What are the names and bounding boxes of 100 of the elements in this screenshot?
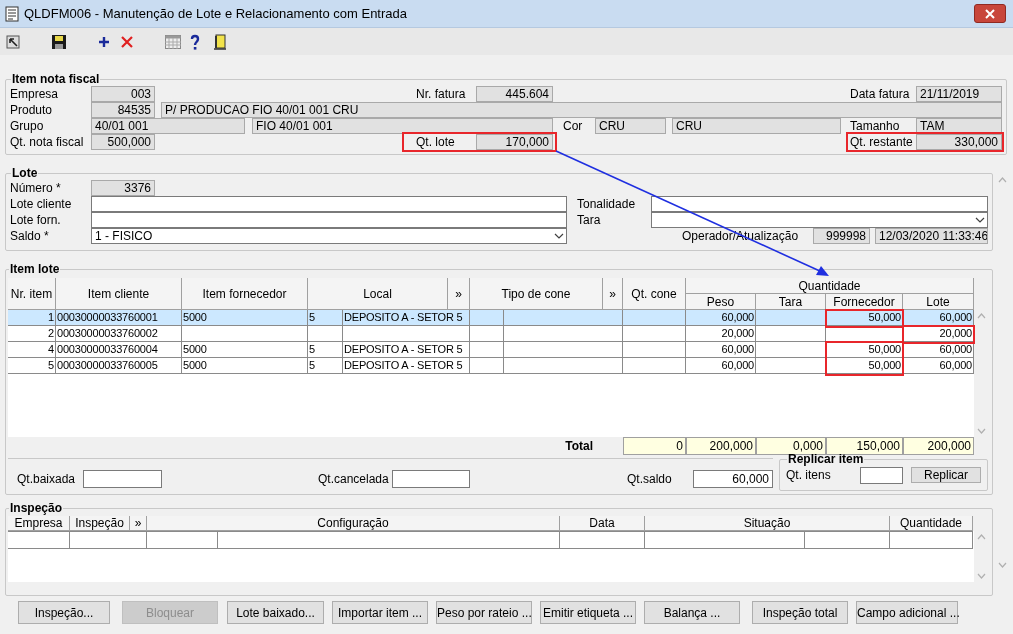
action-button[interactable]: Campo adicional ...: [856, 601, 958, 624]
action-button[interactable]: Emitir etiqueta ...: [540, 601, 636, 624]
total-cell: 200,000: [686, 437, 756, 455]
column-header[interactable]: Quantidade: [686, 278, 974, 294]
close-icon: [985, 8, 995, 19]
field-label: Data fatura: [850, 86, 911, 102]
column-header[interactable]: »: [130, 516, 147, 531]
input-field[interactable]: [860, 466, 903, 484]
action-button[interactable]: Peso por rateio ...: [436, 601, 532, 624]
text-field[interactable]: 40/01 001: [91, 118, 245, 134]
field-label: Qt.saldo: [627, 471, 673, 488]
total-cell: 200,000: [903, 437, 974, 455]
field-label: Número *: [10, 180, 62, 196]
table-cell: 50,000: [826, 310, 903, 326]
column-header[interactable]: »: [603, 278, 623, 310]
field-label: Tonalidade: [577, 196, 637, 212]
chevron-down-icon: [554, 233, 564, 239]
field-label: Qt. lote: [416, 134, 456, 150]
text-field[interactable]: 999998: [813, 228, 870, 244]
field-label: Lote cliente: [10, 196, 73, 212]
delete-icon[interactable]: [121, 35, 133, 48]
input-field[interactable]: [651, 196, 988, 212]
group-title: Item nota fiscal: [11, 72, 101, 86]
table-cell: 50,000: [826, 358, 903, 374]
window-title: QLDFM006 - Manutenção de Lote e Relacionamento com Entrada: [24, 4, 407, 23]
table-cell: 20,000: [903, 326, 974, 342]
text-field[interactable]: 60,000: [693, 470, 773, 488]
text-field[interactable]: 3376: [91, 180, 155, 196]
field-label: Qt. restante: [850, 134, 914, 150]
input-field[interactable]: [83, 470, 162, 488]
total-label: Total: [564, 438, 593, 455]
column-header[interactable]: Tara: [756, 294, 826, 310]
column-header[interactable]: Qt. cone: [623, 278, 686, 310]
column-header[interactable]: Local: [308, 278, 448, 310]
group-title: Lote: [11, 166, 39, 180]
column-header[interactable]: »: [448, 278, 470, 310]
field-label: Nr. fatura: [416, 86, 467, 102]
text-field[interactable]: 330,000: [916, 134, 1002, 150]
column-header[interactable]: Situação: [645, 516, 890, 531]
arrow-icon[interactable]: [6, 34, 20, 49]
plus-icon[interactable]: [98, 35, 110, 48]
column-header[interactable]: Empresa: [8, 516, 70, 531]
field-label: Qt.cancelada: [318, 471, 390, 488]
column-header[interactable]: Nr. item: [8, 278, 56, 310]
total-cell: 0: [623, 437, 686, 455]
input-field[interactable]: [392, 470, 470, 488]
text-field[interactable]: 21/11/2019: [916, 86, 1002, 102]
dropdown[interactable]: [651, 212, 988, 228]
text-field[interactable]: 170,000: [476, 134, 553, 150]
grid-icon[interactable]: [165, 34, 181, 49]
text-field[interactable]: 500,000: [91, 134, 155, 150]
group-title: Replicar item: [787, 452, 865, 466]
table-cell: [8, 531, 70, 549]
action-button[interactable]: Importar item ...: [332, 601, 428, 624]
table-row[interactable]: 4 00030000033760004 5000 5 DEPOSITO A - SETOR 5 60,000 50,000 60,000: [8, 342, 974, 358]
column-header[interactable]: Tipo de cone: [470, 278, 603, 310]
action-button[interactable]: Lote baixado...: [227, 601, 324, 624]
column-header[interactable]: Data: [560, 516, 645, 531]
document-icon: [5, 5, 19, 22]
text-field[interactable]: 445.604: [476, 86, 553, 102]
field-label: Produto: [10, 102, 54, 118]
replicar-button[interactable]: Replicar: [911, 467, 981, 483]
column-header[interactable]: Configuração: [147, 516, 560, 531]
text-field[interactable]: FIO 40/01 001: [252, 118, 553, 134]
help-icon[interactable]: [190, 33, 200, 50]
save-icon[interactable]: [51, 33, 67, 50]
field-label: Lote forn.: [10, 212, 62, 228]
action-button[interactable]: Inspeção...: [18, 601, 110, 624]
group-title: Item lote: [9, 262, 61, 276]
column-header[interactable]: Item cliente: [56, 278, 182, 310]
text-field[interactable]: CRU: [672, 118, 841, 134]
chevron-down-icon: [975, 217, 985, 223]
column-header[interactable]: Inspeção: [70, 516, 130, 531]
column-header[interactable]: Quantidade: [890, 516, 973, 531]
table-cell: 5000: [182, 358, 308, 374]
door-icon[interactable]: [213, 33, 227, 50]
field-label: Tara: [577, 212, 602, 228]
input-field[interactable]: [91, 212, 567, 228]
table-row[interactable]: 5 00030000033760005 5000 5 DEPOSITO A - SETOR 5 60,000 50,000 60,000: [8, 358, 974, 374]
dropdown[interactable]: 1 - FISICO: [91, 228, 567, 244]
text-field[interactable]: 12/03/2020 11:33:46: [875, 228, 988, 244]
column-header[interactable]: Fornecedor: [826, 294, 903, 310]
text-field[interactable]: 003: [91, 86, 155, 102]
field-label: Empresa: [10, 86, 60, 102]
text-field[interactable]: P/ PRODUCAO FIO 40/01 001 CRU: [161, 102, 1002, 118]
column-header[interactable]: Item fornecedor: [182, 278, 308, 310]
column-header[interactable]: Peso: [686, 294, 756, 310]
text-field[interactable]: CRU: [595, 118, 666, 134]
field-label: Qt.baixada: [17, 471, 77, 488]
input-field[interactable]: [91, 196, 567, 212]
text-field[interactable]: 84535: [91, 102, 155, 118]
close-button[interactable]: [974, 4, 1006, 23]
field-label: Cor: [563, 118, 584, 134]
table-cell: [147, 531, 218, 549]
action-button[interactable]: Inspeção total: [752, 601, 848, 624]
table-row[interactable]: 1 00030000033760001 5000 5 DEPOSITO A - SETOR 5 60,000 50,000 60,000: [8, 310, 974, 326]
table-row[interactable]: 2 00030000033760002 20,000 20,000: [8, 326, 974, 342]
table-cell: DEPOSITO A - SETOR 5: [343, 358, 470, 374]
action-button[interactable]: Balança ...: [644, 601, 740, 624]
column-header[interactable]: Lote: [903, 294, 974, 310]
